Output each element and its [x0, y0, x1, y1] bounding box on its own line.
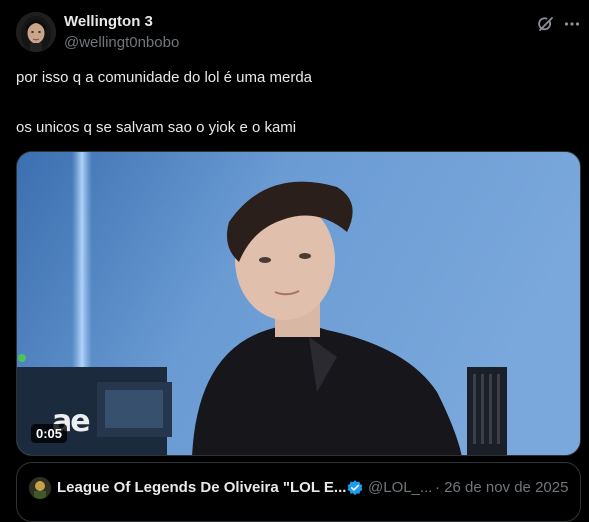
- tweet-text-line-2: os unicos q se salvam sao o yiok e o kam…: [16, 119, 297, 136]
- quoted-avatar[interactable]: [29, 477, 51, 499]
- author-handle[interactable]: @wellingt0nbobo: [64, 34, 179, 51]
- quoted-author-name[interactable]: League Of Legends De Oliveira "LOL E...: [57, 479, 346, 496]
- grok-icon[interactable]: [536, 14, 556, 34]
- video-player[interactable]: ae 0:05: [16, 151, 581, 456]
- more-icon[interactable]: [562, 14, 582, 34]
- verified-badge-icon: [347, 480, 363, 496]
- quoted-date[interactable]: · 26 de nov de 2025: [435, 479, 568, 496]
- quoted-tweet[interactable]: League Of Legends De Oliveira "LOL E... …: [16, 462, 581, 522]
- quoted-handle[interactable]: @LOL_...: [368, 479, 432, 496]
- avatar[interactable]: [16, 12, 56, 52]
- tweet: Wellington 3 @wellingt0nbobo por isso q …: [0, 0, 589, 522]
- video-duration-badge: 0:05: [31, 424, 68, 443]
- video-frame: [17, 152, 580, 455]
- tweet-text-line-1: por isso q a comunidade do lol é uma mer…: [16, 69, 313, 86]
- author-name[interactable]: Wellington 3: [64, 13, 153, 30]
